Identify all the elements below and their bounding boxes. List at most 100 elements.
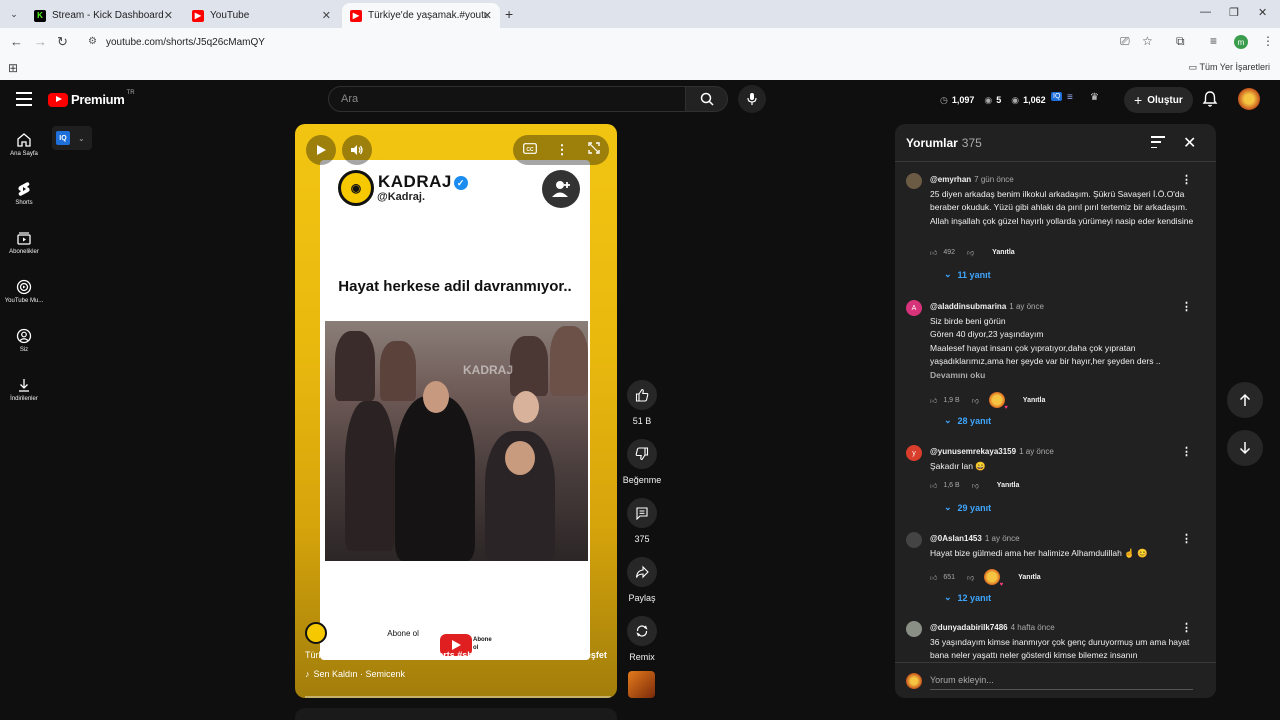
comment-menu-icon[interactable]: ⋮ bbox=[1181, 532, 1192, 545]
guide-item-shorts[interactable]: Shorts bbox=[0, 181, 48, 206]
dislike-button[interactable]: Beğenme bbox=[622, 439, 662, 485]
show-replies-button[interactable]: ⌄ 12 yanıt bbox=[944, 592, 991, 603]
comment-menu-icon[interactable]: ⋮ bbox=[1181, 173, 1192, 186]
captions-icon[interactable]: CC bbox=[522, 141, 537, 159]
short-video-player[interactable]: ◉ KADRAJ ✓ @Kadraj. Hayat herkese adil da… bbox=[295, 124, 617, 698]
apps-grid-icon[interactable]: ⊞ bbox=[8, 61, 18, 75]
reply-button[interactable]: Yanıtla bbox=[1023, 397, 1046, 404]
comment-author[interactable]: @emyrhan 7 gün önce bbox=[930, 175, 1014, 184]
guide-item-subscriptions[interactable]: Abonelikler bbox=[0, 230, 48, 255]
youtube-premium-logo[interactable]: Premium TR bbox=[48, 90, 135, 107]
thumbs-up-icon[interactable]: 👍︎ bbox=[930, 481, 937, 490]
browser-menu-icon[interactable]: ⋮ bbox=[1262, 34, 1274, 48]
next-short-button[interactable] bbox=[1227, 430, 1263, 466]
comment-menu-icon[interactable]: ⋮ bbox=[1181, 300, 1192, 313]
short-title-hashtags[interactable]: #youtubeshorts #shortvideo #komedi #vira… bbox=[387, 650, 607, 660]
share-button[interactable]: Paylaş bbox=[622, 557, 662, 603]
close-tab-icon[interactable]: ✕ bbox=[164, 9, 173, 22]
extension-stats[interactable]: ◷ 1,097 ◉ 5 ◉ 1,062 bbox=[940, 90, 1046, 110]
back-icon[interactable]: ← bbox=[10, 34, 23, 49]
tab-search-dropdown[interactable]: ⌄ bbox=[6, 6, 22, 22]
video-progress-bar[interactable] bbox=[305, 696, 611, 698]
add-comment-input[interactable]: Yorum ekleyin... bbox=[930, 675, 1193, 690]
tab-kick-dashboard[interactable]: K Stream - Kick Dashboard ✕ bbox=[26, 3, 181, 28]
volume-button[interactable] bbox=[342, 135, 372, 165]
commenter-avatar[interactable]: y bbox=[906, 445, 922, 461]
site-info-icon[interactable]: ⚙ bbox=[88, 36, 97, 47]
guide-item-you[interactable]: Siz bbox=[0, 328, 48, 353]
thumbs-up-icon[interactable]: 👍︎ bbox=[930, 396, 937, 405]
thumbs-down-icon[interactable]: 👎︎ bbox=[967, 248, 974, 257]
iq-extension-chip[interactable]: IQ ⌄ bbox=[52, 126, 92, 150]
comment-menu-icon[interactable]: ⋮ bbox=[1181, 621, 1192, 634]
show-replies-button[interactable]: ⌄ 11 yanıt bbox=[944, 269, 991, 280]
create-button[interactable]: + Oluştur bbox=[1124, 87, 1193, 113]
browser-profile-avatar[interactable]: m bbox=[1234, 35, 1248, 49]
short-title[interactable]: Türkiye'de yaşamak.#youtubeshorts #short… bbox=[305, 650, 615, 660]
iq-extension-icon[interactable]: IQ bbox=[1051, 92, 1063, 101]
guide-item-youtube-music[interactable]: YouTube Mu... bbox=[0, 279, 48, 304]
sound-thumbnail[interactable] bbox=[628, 671, 655, 698]
reply-button[interactable]: Yanıtla bbox=[1018, 574, 1041, 581]
comment-author[interactable]: @yunusemrekaya3159 1 ay önce bbox=[930, 447, 1054, 456]
comment-menu-icon[interactable]: ⋮ bbox=[1181, 445, 1192, 458]
play-button[interactable] bbox=[306, 135, 336, 165]
thumbs-down-icon[interactable]: 👎︎ bbox=[972, 396, 979, 405]
minimize-icon[interactable]: — bbox=[1200, 6, 1211, 18]
show-replies-button[interactable]: ⌄ 29 yanıt bbox=[944, 502, 991, 513]
comment-author[interactable]: @0Aslan1453 1 ay önce bbox=[930, 534, 1020, 543]
thumbs-down-icon[interactable]: 👎︎ bbox=[967, 573, 974, 582]
url-field[interactable]: ⚙ youtube.com/shorts/J5q26cMamQY bbox=[80, 31, 1160, 53]
close-window-icon[interactable]: ✕ bbox=[1258, 6, 1267, 19]
show-replies-button[interactable]: ⌄ 28 yanıt bbox=[944, 415, 991, 426]
notifications-button[interactable] bbox=[1202, 90, 1218, 113]
short-music-link[interactable]: ♪ Sen Kaldın · Semicenk bbox=[305, 669, 405, 679]
reload-icon[interactable]: ↻ bbox=[57, 34, 68, 50]
trophy-extension-icon[interactable]: ♛ bbox=[1090, 92, 1099, 103]
tab-current-short[interactable]: ▶ Türkiye'de yaşamak.#youtubesh ✕ bbox=[342, 3, 500, 28]
list-extension-icon[interactable]: ≡ bbox=[1067, 92, 1073, 103]
forward-icon[interactable]: → bbox=[34, 34, 47, 49]
voice-search-button[interactable] bbox=[738, 85, 766, 113]
subscribe-button[interactable]: Abone ol bbox=[378, 623, 428, 643]
reply-button[interactable]: Yanıtla bbox=[992, 249, 1015, 256]
reply-button[interactable]: Yanıtla bbox=[997, 482, 1020, 489]
read-more-button[interactable]: Devamını oku bbox=[930, 370, 985, 380]
guide-menu-icon[interactable] bbox=[16, 92, 32, 106]
previous-short-button[interactable] bbox=[1227, 382, 1263, 418]
channel-handle[interactable]: @Kadraj. bbox=[333, 628, 372, 638]
new-tab-button[interactable]: + bbox=[505, 6, 513, 22]
comment-author[interactable]: @aladdinsubmarina 1 ay önce bbox=[930, 302, 1044, 311]
thumbs-up-icon[interactable]: 👍︎ bbox=[930, 573, 937, 582]
reading-list-icon[interactable]: ≡ bbox=[1210, 34, 1217, 48]
restore-icon[interactable]: ❐ bbox=[1229, 6, 1239, 19]
cast-icon[interactable]: ⎚ bbox=[1120, 34, 1130, 49]
comment-author[interactable]: @dunyadabirilk7486 4 hafta önce bbox=[930, 623, 1055, 632]
commenter-avatar[interactable] bbox=[906, 532, 922, 548]
channel-avatar[interactable] bbox=[305, 622, 327, 644]
guide-item-home[interactable]: Ana Sayfa bbox=[0, 132, 48, 157]
guide-item-downloads[interactable]: İndirilenler bbox=[0, 377, 48, 402]
more-options-icon[interactable]: ⋮ bbox=[556, 142, 569, 158]
fullscreen-icon[interactable] bbox=[587, 141, 600, 159]
like-button[interactable]: 51 B bbox=[622, 380, 662, 426]
all-bookmarks-link[interactable]: ▭ Tüm Yer İşaretleri bbox=[1189, 62, 1270, 73]
close-tab-icon[interactable]: ✕ bbox=[483, 9, 492, 22]
search-button[interactable] bbox=[686, 86, 728, 112]
account-avatar[interactable] bbox=[1238, 88, 1260, 110]
sort-icon[interactable] bbox=[1151, 136, 1165, 148]
next-short-preview[interactable] bbox=[295, 708, 617, 720]
tab-youtube[interactable]: ▶ YouTube ✕ bbox=[184, 3, 339, 28]
remix-button[interactable]: Remix bbox=[622, 616, 662, 662]
thumbs-up-icon[interactable]: 👍︎ bbox=[930, 248, 937, 257]
commenter-avatar[interactable] bbox=[906, 621, 922, 637]
close-tab-icon[interactable]: ✕ bbox=[322, 9, 331, 22]
search-input[interactable]: Ara bbox=[328, 86, 686, 112]
comments-button[interactable]: 375 bbox=[622, 498, 662, 544]
bookmark-star-icon[interactable]: ☆ bbox=[1142, 34, 1153, 48]
commenter-avatar[interactable] bbox=[906, 173, 922, 189]
thumbs-down-icon[interactable]: 👎︎ bbox=[972, 481, 979, 490]
close-icon[interactable]: ✕ bbox=[1183, 133, 1196, 153]
extensions-icon[interactable]: ⧉ bbox=[1176, 34, 1185, 49]
commenter-avatar[interactable]: A bbox=[906, 300, 922, 316]
